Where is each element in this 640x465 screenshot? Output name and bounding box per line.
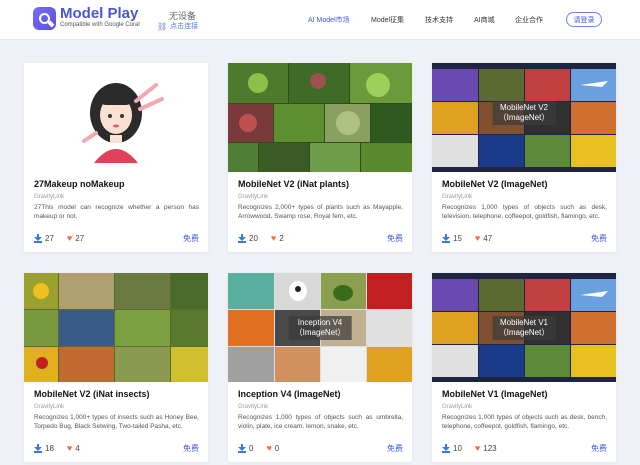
model-author: GravityLink (238, 194, 269, 200)
nav-ai-store[interactable]: AI商城 (474, 15, 495, 25)
model-thumbnail[interactable]: MobileNet V2 （ImageNet） (432, 63, 616, 172)
model-author: GravityLink (34, 194, 65, 200)
model-stats: 15 ♥ 47 (442, 233, 505, 243)
price-label: 免费 (387, 444, 403, 453)
model-author: GravityLink (34, 404, 65, 410)
model-card[interactable]: Inception V4 （ImageNet） Inception V4 (Im… (228, 273, 412, 462)
like-count: 47 (483, 233, 493, 243)
model-card[interactable]: MobileNet V2 （ImageNet） MobileNet V2 (Im… (432, 63, 616, 252)
model-description: Recognizes 2,000+ types of plants such a… (238, 204, 403, 220)
model-title[interactable]: 27Makeup noMakeup (34, 179, 125, 189)
model-description: Recognizes 1,000 types of objects such a… (442, 414, 607, 430)
heart-icon[interactable]: ♥ (266, 443, 271, 453)
model-description: Recognizes 1,000 types of objects such a… (238, 414, 403, 430)
like-count: 2 (279, 233, 284, 243)
thumbnail-overlay-label: MobileNet V1 （ImageNet） (492, 315, 556, 340)
model-stats: 18 ♥ 4 (34, 443, 93, 453)
heart-icon[interactable]: ♥ (67, 233, 72, 243)
model-author: GravityLink (238, 404, 269, 410)
heart-icon[interactable]: ♥ (475, 443, 480, 453)
model-description: Recognizes 1,000+ types of insects such … (34, 414, 199, 430)
nav-enterprise[interactable]: 企业合作 (515, 15, 543, 25)
download-count: 18 (45, 443, 54, 453)
model-stats: 0 ♥ 0 (238, 443, 292, 453)
model-thumbnail[interactable] (228, 63, 412, 172)
like-count: 27 (75, 233, 85, 243)
model-author: GravityLink (442, 194, 473, 200)
model-card[interactable]: MobileNet V2 (iNat plants) GravityLink R… (228, 63, 412, 252)
price-label: 免费 (183, 234, 199, 243)
model-stats: 10 ♥ 123 (442, 443, 510, 453)
link-icon: ⛓ (157, 21, 168, 31)
download-icon (442, 233, 450, 243)
model-title[interactable]: MobileNet V2 (ImageNet) (442, 179, 548, 189)
download-icon (238, 443, 246, 453)
logo-icon[interactable] (33, 7, 56, 30)
model-card[interactable]: 27Makeup noMakeup GravityLink 27This mod… (24, 63, 208, 252)
connect-device-label: 点击连接 (170, 23, 199, 30)
heart-icon[interactable]: ♥ (67, 443, 72, 453)
download-count: 10 (453, 443, 462, 453)
model-author: GravityLink (442, 404, 473, 410)
download-icon (238, 233, 246, 243)
model-thumbnail[interactable]: MobileNet V1 （ImageNet） (432, 273, 616, 382)
model-card[interactable]: MobileNet V2 (iNat insects) GravityLink … (24, 273, 208, 462)
download-count: 20 (249, 233, 258, 243)
model-stats: 20 ♥ 2 (238, 233, 297, 243)
price-label: 免费 (387, 234, 403, 243)
model-title[interactable]: MobileNet V1 (ImageNet) (442, 389, 548, 399)
like-count: 0 (274, 443, 280, 453)
download-icon (34, 443, 42, 453)
connect-device-link[interactable]: ⛓ 点击连接 (157, 21, 198, 31)
nav-ai-model-market[interactable]: AI Model市场 (308, 15, 350, 25)
top-header: Model Play Compatible with Google Coral … (0, 0, 640, 40)
download-icon (442, 443, 450, 453)
model-thumbnail[interactable] (24, 63, 208, 172)
price-label: 免费 (591, 444, 607, 453)
download-count: 0 (249, 443, 254, 453)
model-description: Recognizes 1,000 types of objects such a… (442, 204, 607, 220)
model-description: 27This model can recognize whether a per… (34, 204, 199, 220)
price-label: 免费 (183, 444, 199, 453)
model-title[interactable]: MobileNet V2 (iNat plants) (238, 179, 349, 189)
model-title[interactable]: MobileNet V2 (iNat insects) (34, 389, 150, 399)
like-count: 4 (75, 443, 80, 453)
login-button[interactable]: 请登录 (566, 12, 602, 27)
like-count: 123 (483, 443, 497, 453)
nav-model-collection[interactable]: Model征集 (371, 15, 404, 25)
model-thumbnail[interactable]: Inception V4 （ImageNet） (228, 273, 412, 382)
model-thumbnail[interactable] (24, 273, 208, 382)
price-label: 免费 (591, 234, 607, 243)
heart-icon[interactable]: ♥ (271, 233, 276, 243)
model-title[interactable]: Inception V4 (ImageNet) (238, 389, 341, 399)
download-count: 27 (45, 233, 54, 243)
thumbnail-overlay-label: Inception V4 （ImageNet） (288, 315, 352, 340)
brand-tagline: Compatible with Google Coral (60, 22, 140, 28)
download-icon (34, 233, 42, 243)
nav-tech-support[interactable]: 技术支持 (425, 15, 453, 25)
thumbnail-overlay-label: MobileNet V2 （ImageNet） (492, 101, 556, 125)
heart-icon[interactable]: ♥ (475, 233, 480, 243)
model-stats: 27 ♥ 27 (34, 233, 97, 243)
download-count: 15 (453, 233, 462, 243)
brand-name[interactable]: Model Play (60, 5, 138, 22)
model-card[interactable]: MobileNet V1 （ImageNet） MobileNet V1 (Im… (432, 273, 616, 462)
